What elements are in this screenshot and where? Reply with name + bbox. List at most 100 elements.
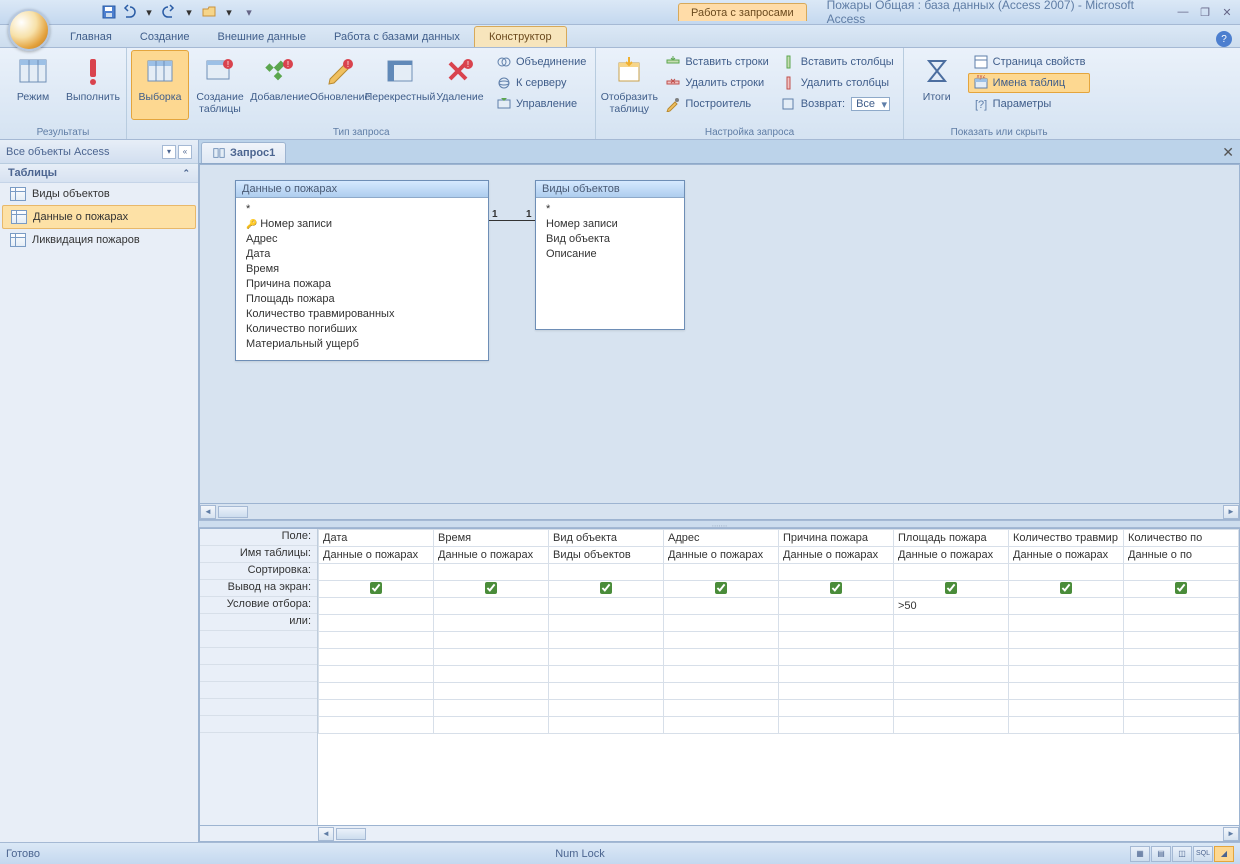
grid-cell[interactable]	[319, 683, 434, 700]
grid-cell[interactable]	[319, 581, 434, 598]
table-box-fires[interactable]: Данные о пожарах *Номер записиАдресДатаВ…	[235, 180, 489, 361]
crosstab-button[interactable]: Перекрестный	[371, 50, 429, 120]
grid-cell[interactable]	[779, 717, 894, 734]
nav-header[interactable]: Все объекты Access ▾«	[0, 140, 198, 164]
grid-cell[interactable]	[664, 649, 779, 666]
relationship-canvas[interactable]: Данные о пожарах *Номер записиАдресДатаВ…	[199, 164, 1240, 504]
grid-cell[interactable]: Количество травмир	[1009, 530, 1124, 547]
grid-cell[interactable]: Данные о пожарах	[319, 547, 434, 564]
totals-button[interactable]: Итоги	[908, 50, 966, 120]
grid-cell[interactable]	[434, 581, 549, 598]
grid-cell[interactable]	[894, 683, 1009, 700]
grid-cell[interactable]	[549, 649, 664, 666]
open-dd-icon[interactable]: ▾	[220, 3, 238, 21]
grid-cell[interactable]	[779, 598, 894, 615]
grid-cell[interactable]	[434, 700, 549, 717]
scroll-right-icon[interactable]: ►	[1223, 827, 1239, 841]
field-item[interactable]: Количество погибших	[246, 322, 478, 337]
grid-cell[interactable]	[1009, 632, 1124, 649]
select-query-button[interactable]: Выборка	[131, 50, 189, 120]
relationship-line[interactable]	[489, 220, 535, 221]
tablenames-button[interactable]: xyzИмена таблиц	[968, 73, 1091, 93]
tab-external[interactable]: Внешние данные	[204, 27, 320, 47]
sql-view-icon[interactable]: SQL	[1193, 846, 1213, 862]
grid-cell[interactable]	[549, 615, 664, 632]
grid-cell[interactable]	[1124, 632, 1239, 649]
datasheet-view-icon[interactable]: ▦	[1130, 846, 1150, 862]
grid-cell[interactable]	[434, 598, 549, 615]
grid-cell[interactable]	[1009, 700, 1124, 717]
union-button[interactable]: Объединение	[491, 52, 591, 72]
grid-cell[interactable]: Дата	[319, 530, 434, 547]
grid-cell[interactable]	[1124, 615, 1239, 632]
run-button[interactable]: Выполнить	[64, 50, 122, 120]
grid-cell[interactable]	[549, 598, 664, 615]
datadef-button[interactable]: Управление	[491, 94, 591, 114]
grid-cell[interactable]	[549, 666, 664, 683]
show-checkbox[interactable]	[370, 582, 382, 594]
grid-cell[interactable]	[779, 615, 894, 632]
table-box-header[interactable]: Виды объектов	[536, 181, 684, 198]
doc-close-button[interactable]: ✕	[1216, 142, 1240, 163]
show-checkbox[interactable]	[1175, 582, 1187, 594]
grid-cell[interactable]: Данные о пожарах	[434, 547, 549, 564]
nav-item[interactable]: Ликвидация пожаров	[0, 229, 198, 251]
grid-cell[interactable]	[894, 564, 1009, 581]
pivot-view-icon[interactable]: ▤	[1151, 846, 1171, 862]
nav-dropdown-icon[interactable]: ▾	[162, 145, 176, 159]
grid-cell[interactable]: Вид объекта	[549, 530, 664, 547]
tab-create[interactable]: Создание	[126, 27, 204, 47]
grid-cell[interactable]: Данные о пожарах	[1009, 547, 1124, 564]
grid-cell[interactable]	[664, 598, 779, 615]
grid-cell[interactable]	[319, 717, 434, 734]
grid-cell[interactable]	[779, 666, 894, 683]
field-item[interactable]: Описание	[546, 247, 674, 262]
grid-cell[interactable]	[319, 649, 434, 666]
grid-cell[interactable]	[549, 700, 664, 717]
grid-cell[interactable]	[894, 615, 1009, 632]
scroll-right-icon[interactable]: ►	[1223, 505, 1239, 519]
grid-cell[interactable]	[1009, 683, 1124, 700]
grid-cell[interactable]	[779, 632, 894, 649]
table-box-objecttypes[interactable]: Виды объектов *Номер записиВид объектаОп…	[535, 180, 685, 330]
pivotchart-view-icon[interactable]: ◫	[1172, 846, 1192, 862]
grid-cell[interactable]	[434, 666, 549, 683]
delete-button[interactable]: ! Удаление	[431, 50, 489, 120]
show-checkbox[interactable]	[715, 582, 727, 594]
field-item[interactable]: Количество травмированных	[246, 307, 478, 322]
restore-button[interactable]: ❐	[1196, 4, 1214, 20]
grid-cell[interactable]	[779, 649, 894, 666]
grid-cell[interactable]	[664, 581, 779, 598]
show-checkbox[interactable]	[485, 582, 497, 594]
scroll-thumb[interactable]	[218, 506, 248, 518]
grid-cell[interactable]: Адрес	[664, 530, 779, 547]
tab-dbtools[interactable]: Работа с базами данных	[320, 27, 474, 47]
field-item[interactable]: Материальный ущерб	[246, 337, 478, 352]
grid-cell[interactable]: Данные о по	[1124, 547, 1239, 564]
grid-cell[interactable]	[1124, 683, 1239, 700]
grid-cell[interactable]	[894, 649, 1009, 666]
grid-cell[interactable]	[1124, 717, 1239, 734]
grid-cell[interactable]	[319, 666, 434, 683]
update-button[interactable]: ! Обновление	[311, 50, 369, 120]
grid-cell[interactable]	[549, 683, 664, 700]
grid-cell[interactable]	[319, 700, 434, 717]
grid-cell[interactable]	[549, 581, 664, 598]
undo-dd-icon[interactable]: ▾	[140, 3, 158, 21]
grid-cell[interactable]	[664, 700, 779, 717]
scroll-left-icon[interactable]: ◄	[200, 505, 216, 519]
help-icon[interactable]: ?	[1216, 31, 1232, 47]
grid-cell[interactable]	[894, 717, 1009, 734]
grid-cell[interactable]	[1009, 581, 1124, 598]
office-button[interactable]	[8, 9, 50, 51]
redo-icon[interactable]	[160, 3, 178, 21]
grid-cell[interactable]: Количество по	[1124, 530, 1239, 547]
grid-cell[interactable]	[894, 700, 1009, 717]
nav-section-tables[interactable]: Таблицы ⌃	[0, 164, 198, 183]
redo-dd-icon[interactable]: ▾	[180, 3, 198, 21]
grid-columns[interactable]: ДатаВремяВид объектаАдресПричина пожараП…	[318, 529, 1239, 825]
field-item[interactable]: Причина пожара	[246, 277, 478, 292]
grid-cell[interactable]	[894, 666, 1009, 683]
grid-cell[interactable]	[664, 683, 779, 700]
grid-cell[interactable]	[1124, 581, 1239, 598]
